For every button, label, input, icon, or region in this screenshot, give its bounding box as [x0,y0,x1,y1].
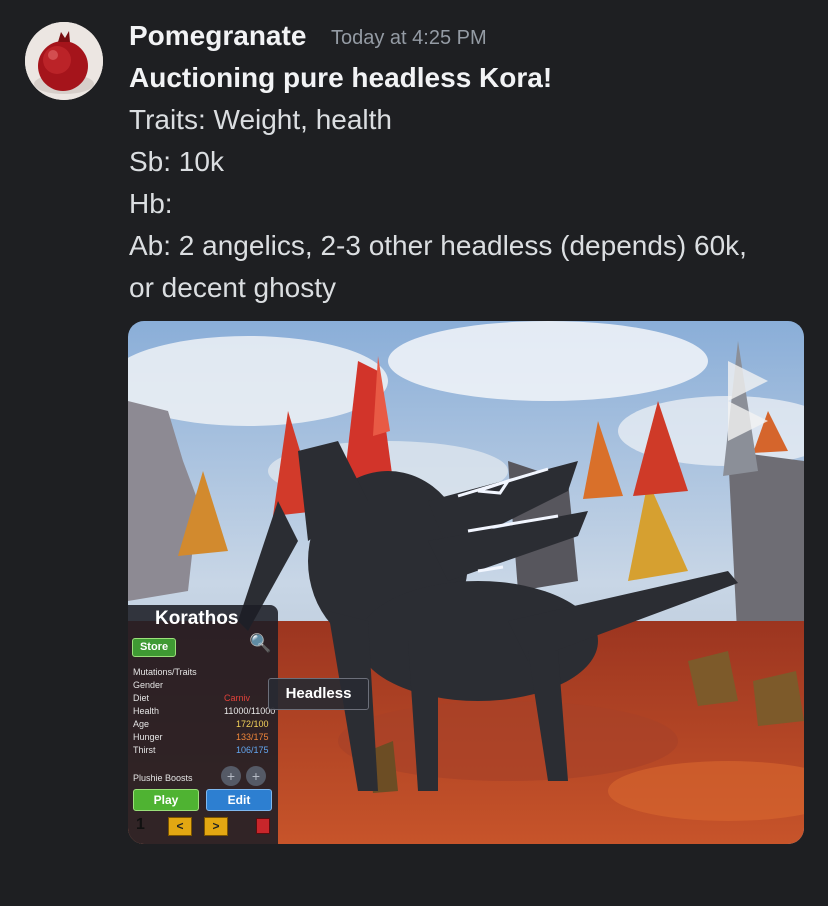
stat-value-diet: Carniv [224,693,251,703]
stat-label-diet: Diet [133,693,150,703]
user-avatar[interactable] [25,22,103,100]
play-button[interactable]: Play [133,789,199,811]
creature-name: Korathos [155,608,239,629]
add-boost-icon[interactable]: + [246,766,266,786]
mutation-tooltip: Headless [268,678,369,710]
creature-info-panel: Korathos Store 🔍 Mutations/Traits Gender… [128,605,278,844]
prev-button[interactable]: < [168,817,192,836]
message-line-sb: Sb: 10k [129,146,224,177]
stat-label-gender: Gender [133,680,164,690]
add-boost-icon[interactable]: + [221,766,241,786]
message-line-traits: Traits: Weight, health [129,104,393,135]
message-line-ab: Ab: 2 angelics, 2-3 other headless (depe… [129,230,747,261]
message-line-hb: Hb: [129,188,173,219]
image-attachment[interactable]: Korathos Store 🔍 Mutations/Traits Gender… [128,321,804,844]
message-line-title: Auctioning pure headless Kora! [129,62,553,93]
stat-label-hunger: Hunger [133,732,163,742]
author-name[interactable]: Pomegranate [129,20,306,52]
slot-number: 1 [136,816,145,833]
store-button[interactable]: Store [132,638,176,657]
stat-label-mutations: Mutations/Traits [133,667,197,677]
delete-icon[interactable] [256,818,270,834]
magnifier-icon[interactable]: 🔍 [249,633,271,654]
next-button[interactable]: > [204,817,228,836]
stat-label-age: Age [133,719,150,729]
message-line-ab-continued: or decent ghosty [129,272,337,303]
message-timestamp[interactable]: Today at 4:25 PM [331,27,487,50]
stat-label-health: Health [133,706,160,716]
stat-value-hunger: 133/175 [236,732,269,742]
stat-label-thirst: Thirst [133,745,156,755]
stat-value-age: 172/100 [236,719,269,729]
plushie-boosts-label: Plushie Boosts [133,773,193,783]
pomegranate-avatar-image [25,22,103,100]
edit-button[interactable]: Edit [206,789,272,811]
stat-value-thirst: 106/175 [236,745,269,755]
